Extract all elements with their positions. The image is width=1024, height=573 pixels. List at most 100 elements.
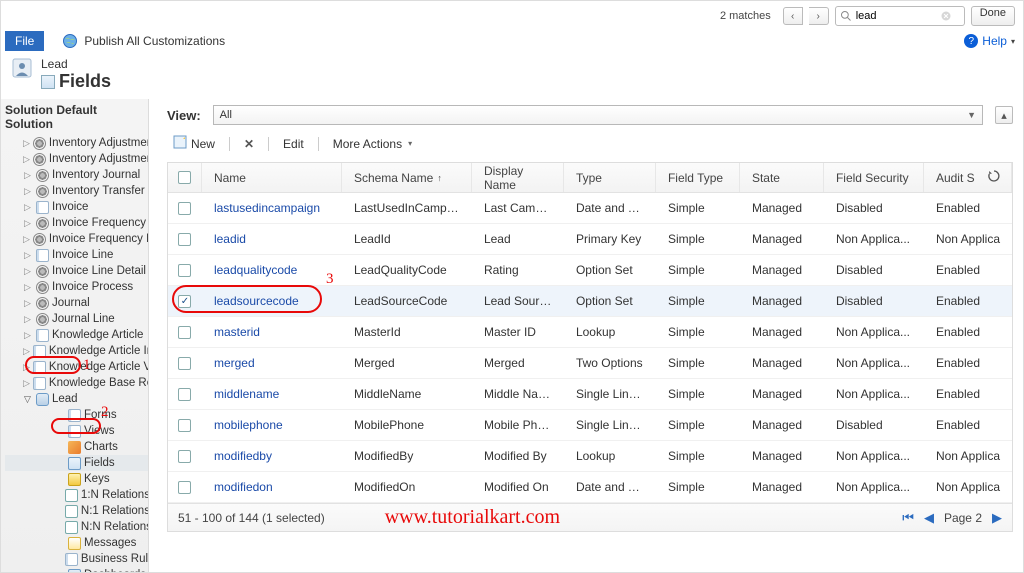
tree-item[interactable]: ▷Invoice Frequency Detail [5, 231, 148, 247]
tree-item[interactable]: ▶Business Rules [5, 551, 148, 567]
tree-item[interactable]: ▷Knowledge Article [5, 327, 148, 343]
tree-twisty[interactable]: ▷ [23, 314, 32, 325]
tree-twisty[interactable]: ▷ [23, 250, 32, 261]
find-input[interactable] [856, 10, 936, 22]
tree-item[interactable]: ▶Forms [5, 407, 148, 423]
tree-twisty[interactable]: ▷ [23, 202, 32, 213]
find-next-button[interactable]: › [809, 7, 829, 25]
tree-item[interactable]: ▶1:N Relationships [5, 487, 148, 503]
table-row[interactable]: modifiedonModifiedOnModified OnDate and … [168, 472, 1012, 503]
more-actions-button[interactable]: More Actions▾ [327, 135, 418, 153]
table-row[interactable]: middlenameMiddleNameMiddle NameSingle Li… [168, 379, 1012, 410]
cell-name[interactable]: middlename [202, 387, 342, 401]
tree-twisty[interactable]: ▷ [23, 378, 30, 389]
cell-name[interactable]: masterid [202, 325, 342, 339]
col-display[interactable]: Display Name [472, 163, 564, 192]
tree-item[interactable]: ▷Knowledge Article Incident [5, 343, 148, 359]
row-checkbox[interactable] [178, 357, 191, 370]
col-fieldsecurity[interactable]: Field Security [824, 163, 924, 192]
edit-button[interactable]: Edit [277, 135, 310, 153]
collapse-view-button[interactable]: ▴ [995, 106, 1013, 124]
row-checkbox[interactable] [178, 388, 191, 401]
col-type[interactable]: Type [564, 163, 656, 192]
table-row[interactable]: leadqualitycodeLeadQualityCodeRatingOpti… [168, 255, 1012, 286]
tree-item[interactable]: ▷Invoice Process [5, 279, 148, 295]
col-schema[interactable]: Schema Name↑ [342, 163, 472, 192]
tree-twisty[interactable]: ▷ [23, 282, 32, 293]
tree-twisty[interactable]: ▷ [23, 170, 32, 181]
tree-item[interactable]: ▶Fields [5, 455, 148, 471]
clear-search-icon[interactable] [940, 10, 952, 22]
tree-twisty[interactable]: ▷ [23, 298, 32, 309]
tree-twisty[interactable]: ▷ [23, 266, 32, 277]
table-row[interactable]: mobilephoneMobilePhoneMobile PhoneSingle… [168, 410, 1012, 441]
tree-item[interactable]: ▷Inventory Adjustment [5, 135, 148, 151]
col-state[interactable]: State [740, 163, 824, 192]
table-row[interactable]: modifiedbyModifiedByModified ByLookupSim… [168, 441, 1012, 472]
tree-item[interactable]: ▷Journal Line [5, 311, 148, 327]
cell-name[interactable]: leadid [202, 232, 342, 246]
table-row[interactable]: mergedMergedMergedTwo OptionsSimpleManag… [168, 348, 1012, 379]
row-checkbox[interactable] [178, 450, 191, 463]
delete-button[interactable]: ✕ [238, 135, 260, 153]
tree-twisty[interactable]: ▷ [23, 138, 30, 149]
tree-item[interactable]: ▶N:1 Relationships [5, 503, 148, 519]
tree-item[interactable]: ▷Invoice Frequency [5, 215, 148, 231]
col-fieldtype[interactable]: Field Type [656, 163, 740, 192]
table-row[interactable]: lastusedincampaignLastUsedInCampaignLast… [168, 193, 1012, 224]
pager-prev-button[interactable]: ◀ [924, 510, 934, 526]
pager-next-button[interactable]: ▶ [992, 510, 1002, 526]
tree-twisty[interactable]: ▷ [23, 218, 32, 229]
tree-item[interactable]: ▷Invoice Line [5, 247, 148, 263]
cell-name[interactable]: lastusedincampaign [202, 201, 342, 215]
tree-item[interactable]: ▶Views [5, 423, 148, 439]
table-row[interactable]: leadidLeadIdLeadPrimary KeySimpleManaged… [168, 224, 1012, 255]
refresh-icon[interactable] [987, 169, 1001, 186]
tree-item[interactable]: ▶Keys [5, 471, 148, 487]
cell-name[interactable]: modifiedby [202, 449, 342, 463]
tree-item[interactable]: ▷Inventory Journal [5, 167, 148, 183]
cell-name[interactable]: mobilephone [202, 418, 342, 432]
find-done-button[interactable]: Done [971, 6, 1015, 26]
publish-all-button[interactable]: Publish All Customizations [62, 33, 225, 49]
find-box[interactable] [835, 6, 965, 26]
row-checkbox[interactable] [178, 326, 191, 339]
tree-item[interactable]: ▶N:N Relationships [5, 519, 148, 535]
tree-item[interactable]: ▶Messages [5, 535, 148, 551]
tree-item[interactable]: ▷Invoice Line Detail [5, 263, 148, 279]
find-prev-button[interactable]: ‹ [783, 7, 803, 25]
tree-twisty[interactable]: ▽ [23, 394, 32, 405]
tree-item[interactable]: ▷InvoiceInvoice [5, 199, 148, 215]
tree-twisty[interactable]: ▷ [23, 234, 30, 245]
view-select[interactable]: All ▼ [213, 105, 983, 125]
tree-item[interactable]: ▷Journal [5, 295, 148, 311]
tree-item[interactable]: ▶Dashboards [5, 567, 148, 572]
col-audit[interactable]: Audit S [924, 163, 1012, 192]
row-checkbox[interactable] [178, 202, 191, 215]
tree-twisty[interactable]: ▷ [23, 154, 30, 165]
cell-name[interactable]: modifiedon [202, 480, 342, 494]
row-checkbox[interactable] [178, 419, 191, 432]
file-menu-button[interactable]: File [5, 31, 44, 51]
cell-name[interactable]: leadsourcecode [202, 294, 342, 308]
table-row[interactable]: leadsourcecodeLeadSourceCodeLead SourceO… [168, 286, 1012, 317]
tree-item[interactable]: ▷Knowledge Article Views [5, 359, 148, 375]
tree-item[interactable]: ▷Inventory Transfer [5, 183, 148, 199]
row-checkbox[interactable] [178, 264, 191, 277]
row-checkbox[interactable] [178, 233, 191, 246]
pager-first-button[interactable]: ⏮ [902, 510, 914, 526]
cell-name[interactable]: merged [202, 356, 342, 370]
tree-twisty[interactable]: ▷ [23, 186, 32, 197]
tree-item[interactable]: ▶Charts [5, 439, 148, 455]
tree-twisty[interactable]: ▷ [23, 346, 30, 357]
row-checkbox[interactable] [178, 295, 191, 308]
cell-name[interactable]: leadqualitycode [202, 263, 342, 277]
tree-item[interactable]: ▷Knowledge Base Record [5, 375, 148, 391]
col-name[interactable]: Name [202, 163, 342, 192]
table-row[interactable]: masteridMasterIdMaster IDLookupSimpleMan… [168, 317, 1012, 348]
tree-item-lead[interactable]: ▽Lead [5, 391, 148, 407]
row-checkbox[interactable] [178, 481, 191, 494]
help-button[interactable]: ? Help ▾ [964, 34, 1015, 48]
tree-item[interactable]: ▷Inventory Adjustment Product [5, 151, 148, 167]
tree-twisty[interactable]: ▷ [23, 362, 30, 373]
